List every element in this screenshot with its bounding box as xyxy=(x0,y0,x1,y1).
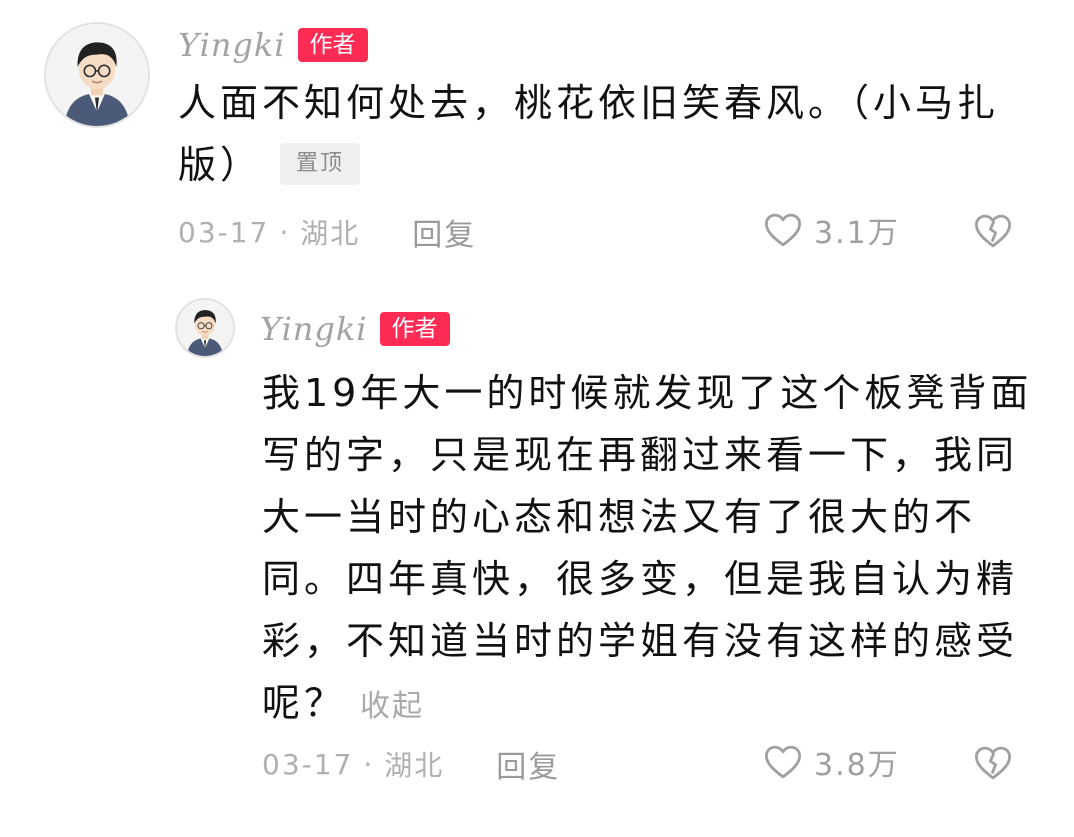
comment-meta: 03-17 · 湖北 回复 xyxy=(178,210,476,254)
meta-separator: · xyxy=(363,747,375,781)
dislike-button[interactable] xyxy=(972,742,1014,784)
comment-text: 我19年大一的时候就发现了这个板凳背面写的字，只是现在再翻过来看一下，我同大一当… xyxy=(262,362,1042,738)
heart-outline-icon xyxy=(764,745,802,779)
comment-location: 湖北 xyxy=(384,749,445,782)
like-count: 3.8万 xyxy=(814,748,900,783)
author-badge: 作者 xyxy=(379,312,450,346)
like-button[interactable]: 3.8万 xyxy=(762,740,900,784)
avatar-illustration xyxy=(177,300,233,356)
comment-header: Yingki 作者 xyxy=(260,310,450,348)
collapse-button[interactable]: 收起 xyxy=(360,689,424,724)
comment-location: 湖北 xyxy=(300,217,361,250)
username[interactable]: Yingki xyxy=(178,26,286,64)
dislike-button[interactable] xyxy=(972,210,1014,252)
comment-date: 03-17 xyxy=(262,747,354,781)
avatar-illustration xyxy=(46,24,148,126)
reply-button[interactable]: 回复 xyxy=(496,742,560,786)
username[interactable]: Yingki xyxy=(260,310,368,348)
like-button[interactable]: 3.1万 xyxy=(762,208,900,252)
comment-meta: 03-17 · 湖北 回复 xyxy=(262,742,560,786)
avatar[interactable] xyxy=(175,298,235,358)
heart-outline-icon xyxy=(764,213,802,247)
comment-date: 03-17 xyxy=(178,215,270,249)
broken-heart-icon xyxy=(974,746,1012,780)
comment-body: 我19年大一的时候就发现了这个板凳背面写的字，只是现在再翻过来看一下，我同大一当… xyxy=(262,371,1033,725)
reply-item: Yingki 作者 我19年大一的时候就发现了这个板凳背面写的字，只是现在再翻过… xyxy=(0,290,1074,830)
comment-item: Yingki 作者 人面不知何处去，桃花依旧笑春风。（小马扎版） 置顶 03-17… xyxy=(0,0,1074,270)
author-badge: 作者 xyxy=(297,28,368,62)
pinned-tag: 置顶 xyxy=(280,142,361,185)
broken-heart-icon xyxy=(974,214,1012,248)
comment-header: Yingki 作者 xyxy=(178,26,368,64)
meta-separator: · xyxy=(279,215,291,249)
comment-text: 人面不知何处去，桃花依旧笑春风。（小马扎版） 置顶 xyxy=(178,72,1008,196)
like-count: 3.1万 xyxy=(814,216,900,251)
reply-button[interactable]: 回复 xyxy=(412,210,476,254)
avatar[interactable] xyxy=(44,22,150,128)
